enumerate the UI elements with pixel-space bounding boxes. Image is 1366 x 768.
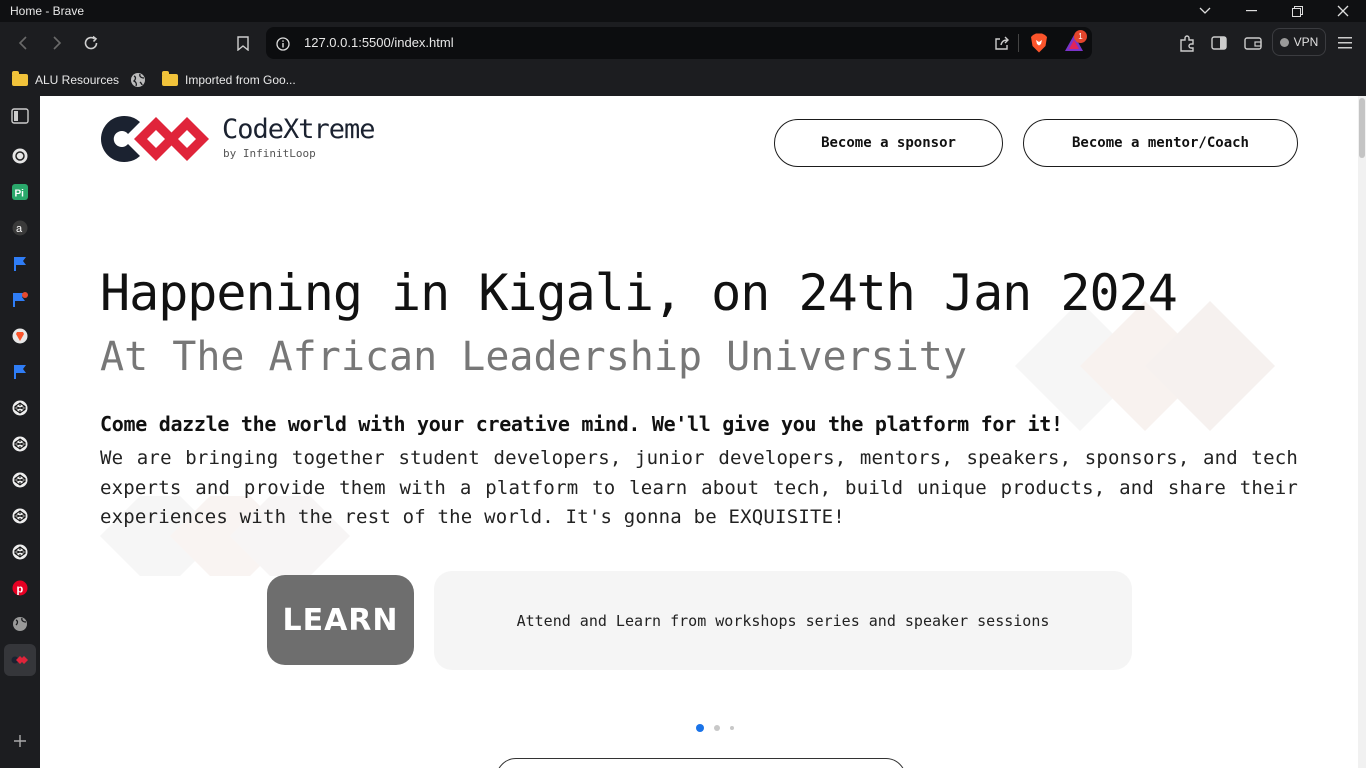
bookmark-label: Imported from Goo... [185,73,296,87]
wallet-icon[interactable] [1242,32,1264,54]
window-titlebar: Home - Brave [0,0,1366,22]
hero-lead: Come dazzle the world with your creative… [100,412,1063,436]
close-icon[interactable] [1320,0,1366,22]
hero-body: We are bringing together student develop… [100,447,1298,528]
svg-text:Pi: Pi [15,189,25,200]
sidebar-toggle-icon[interactable] [1208,32,1230,54]
page-scrollbar[interactable] [1358,96,1366,768]
brand-name: CodeXtreme [222,114,376,145]
address-bar[interactable]: 127.0.0.1:5500/index.html 1 [266,27,1092,59]
pi-icon[interactable]: Pi [9,181,31,203]
chatgpt-icon[interactable] [9,145,31,167]
carousel-dot[interactable] [714,725,720,731]
browser-toolbar: 127.0.0.1:5500/index.html 1 VPN [0,22,1366,64]
vpn-status-icon [1279,37,1289,47]
codepen-icon[interactable] [9,433,31,455]
become-sponsor-button[interactable]: Become a sponsor [774,119,1003,167]
codepen-icon[interactable] [9,397,31,419]
bookmark-icon[interactable] [232,32,254,54]
bookmark-globe[interactable] [130,70,146,90]
become-mentor-button[interactable]: Become a mentor/Coach [1023,119,1298,167]
codextreme-tab-icon[interactable] [9,649,31,671]
flag-icon[interactable] [9,361,31,383]
hero-subtitle: At The African Leadership University [100,334,967,380]
carousel-dot-active[interactable] [696,724,704,732]
bookmarks-bar: ALU Resources Imported from Goo... [0,64,1366,96]
add-panel-icon[interactable] [9,730,31,752]
codepen-icon[interactable] [9,541,31,563]
brave-shields-icon[interactable] [1030,33,1048,57]
flag-icon[interactable] [9,253,31,275]
vpn-label: VPN [1293,35,1319,49]
minimize-icon[interactable] [1228,0,1274,22]
vpn-button[interactable]: VPN [1272,28,1326,56]
carousel-dots [696,724,734,732]
codepen-icon[interactable] [9,469,31,491]
pinterest-icon[interactable]: p [9,577,31,599]
forward-icon[interactable] [46,32,68,54]
folder-icon [12,71,28,86]
codepen-icon[interactable] [9,505,31,527]
brave-icon[interactable] [9,325,31,347]
url-divider [1018,34,1019,52]
chevron-down-icon[interactable] [1182,0,1228,22]
window-title: Home - Brave [10,4,85,18]
bookmark-alu-resources[interactable]: ALU Resources [12,70,119,90]
carousel-badge: LEARN [267,575,414,665]
site-info-icon[interactable] [276,36,290,55]
restore-icon[interactable] [1274,0,1320,22]
amazon-icon[interactable]: a [9,217,31,239]
brand-subtitle: by InfinitLoop [223,147,316,160]
carousel-description: Attend and Learn from workshops series a… [434,571,1132,670]
sidebar-panel-icon[interactable] [9,105,31,127]
share-icon[interactable] [994,35,1010,55]
menu-icon[interactable] [1334,32,1356,54]
url-text: 127.0.0.1:5500/index.html [304,35,454,50]
globe-icon[interactable] [9,613,31,635]
reload-icon[interactable] [80,32,102,54]
hero-title: Happening in Kigali, on 24th Jan 2024 [100,264,1178,322]
messenger-icon[interactable] [9,289,31,311]
scrollbar-thumb[interactable] [1359,98,1365,158]
back-icon[interactable] [12,32,34,54]
bookmark-label: ALU Resources [35,73,120,87]
browser-sidebar: Pi a p [0,96,40,768]
bookmark-imported[interactable]: Imported from Goo... [162,70,296,90]
globe-icon [131,73,145,87]
bottom-cta-button[interactable] [496,758,906,768]
svg-text:a: a [16,223,23,235]
extensions-icon[interactable] [1176,32,1198,54]
svg-text:p: p [17,584,24,596]
carousel-dot[interactable] [730,726,734,730]
web-page: CodeXtreme by InfinitLoop Become a spons… [40,96,1366,768]
notification-badge: 1 [1074,30,1087,43]
folder-icon [162,71,178,86]
